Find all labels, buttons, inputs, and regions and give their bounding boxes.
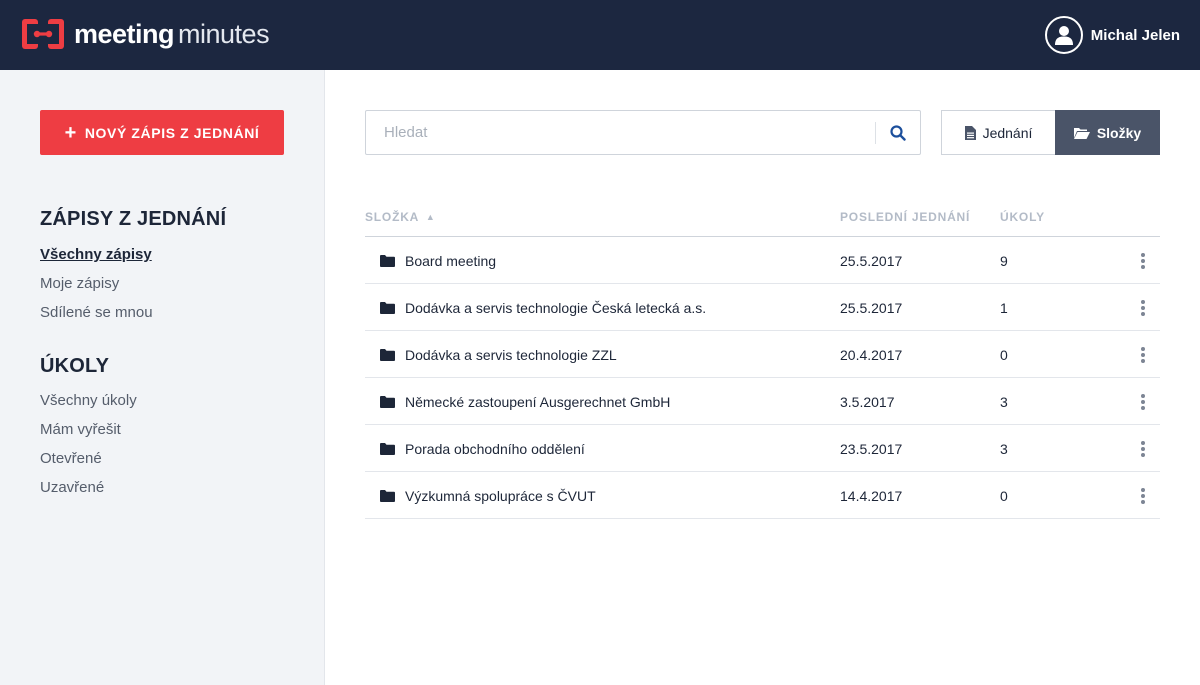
- folder-name[interactable]: Board meeting: [405, 253, 496, 269]
- folder-icon: [380, 395, 395, 408]
- new-meeting-minutes-button[interactable]: + NOVÝ ZÁPIS Z JEDNÁNÍ: [40, 110, 284, 155]
- brand[interactable]: meeting minutes: [22, 18, 270, 50]
- column-header-folder-label: SLOŽKA: [365, 210, 419, 224]
- task-count: 0: [1000, 487, 1008, 504]
- folder-icon: [380, 254, 395, 267]
- folder-name[interactable]: Německé zastoupení Ausgerechnet GmbH: [405, 394, 670, 410]
- view-toggle: Jednání Složky: [941, 110, 1160, 155]
- row-menu-button[interactable]: [1135, 378, 1151, 425]
- last-meeting-date: 14.4.2017: [840, 487, 903, 504]
- top-bar: meeting minutes Michal Jelen: [0, 0, 1200, 70]
- last-meeting-date: 25.5.2017: [840, 252, 903, 269]
- table-row[interactable]: Dodávka a servis technologie Česká letec…: [365, 284, 1160, 331]
- sidebar-item-closed[interactable]: Uzavřené: [40, 479, 104, 496]
- brand-name-bold: meeting: [74, 18, 175, 49]
- task-count: 9: [1000, 252, 1008, 269]
- folder-name[interactable]: Porada obchodního oddělení: [405, 441, 585, 457]
- table-row[interactable]: Německé zastoupení Ausgerechnet GmbH 3.5.…: [365, 378, 1160, 425]
- more-vertical-icon: [1141, 440, 1145, 458]
- table-row[interactable]: Board meeting 25.5.2017 9: [365, 237, 1160, 284]
- last-meeting-date: 20.4.2017: [840, 346, 903, 363]
- section-heading-minutes: ZÁPISY Z JEDNÁNÍ: [40, 208, 227, 230]
- sidebar-item-all-minutes[interactable]: Všechny zápisy: [40, 246, 152, 263]
- row-menu-button[interactable]: [1135, 331, 1151, 378]
- sidebar: + NOVÝ ZÁPIS Z JEDNÁNÍ ZÁPISY Z JEDNÁNÍ …: [0, 70, 325, 685]
- plus-icon: +: [64, 121, 77, 144]
- folder-cell[interactable]: Dodávka a servis technologie Česká letec…: [380, 284, 706, 331]
- task-count: 0: [1000, 346, 1008, 363]
- document-icon: [964, 125, 976, 140]
- folder-cell[interactable]: Německé zastoupení Ausgerechnet GmbH: [380, 378, 670, 425]
- folder-icon: [380, 442, 395, 455]
- user-name[interactable]: Michal Jelen: [1091, 27, 1180, 44]
- column-header-tasks[interactable]: ÚKOLY: [1000, 210, 1045, 224]
- folder-cell[interactable]: Výzkumná spolupráce s ČVUT: [380, 472, 596, 519]
- folder-icon: [380, 301, 395, 314]
- column-header-last-meeting[interactable]: POSLEDNÍ JEDNÁNÍ: [840, 210, 970, 224]
- folder-name[interactable]: Výzkumná spolupráce s ČVUT: [405, 488, 596, 504]
- user-icon: [1054, 26, 1073, 45]
- sidebar-item-all-tasks[interactable]: Všechny úkoly: [40, 392, 137, 409]
- more-vertical-icon: [1141, 299, 1145, 317]
- last-meeting-date: 25.5.2017: [840, 299, 903, 316]
- meetings-view-button[interactable]: Jednání: [941, 110, 1055, 155]
- sidebar-item-my-minutes[interactable]: Moje zápisy: [40, 275, 119, 292]
- more-vertical-icon: [1141, 393, 1145, 411]
- folder-cell[interactable]: Dodávka a servis technologie ZZL: [380, 331, 617, 378]
- search-input[interactable]: [366, 111, 874, 154]
- user-menu[interactable]: Michal Jelen: [1044, 16, 1180, 54]
- table-row[interactable]: Dodávka a servis technologie ZZL 20.4.201…: [365, 331, 1160, 378]
- avatar[interactable]: [1044, 16, 1083, 54]
- row-menu-button[interactable]: [1135, 425, 1151, 472]
- meetings-view-label: Jednání: [982, 124, 1033, 141]
- sidebar-item-open[interactable]: Otevřené: [40, 450, 102, 467]
- folder-cell[interactable]: Porada obchodního oddělení: [380, 425, 585, 472]
- row-menu-button[interactable]: [1135, 284, 1151, 331]
- column-header-folder[interactable]: SLOŽKA ▲: [365, 210, 436, 224]
- row-menu-button[interactable]: [1135, 472, 1151, 519]
- brand-name-light: minutes: [178, 18, 270, 49]
- folder-icon: [380, 489, 395, 502]
- folder-open-icon: [1073, 127, 1090, 139]
- folder-name[interactable]: Dodávka a servis technologie ZZL: [405, 347, 617, 363]
- row-menu-button[interactable]: [1135, 237, 1151, 284]
- folders-view-label: Složky: [1096, 124, 1142, 141]
- task-count: 3: [1000, 393, 1008, 410]
- search-box: [365, 110, 921, 155]
- task-count: 1: [1000, 299, 1008, 316]
- more-vertical-icon: [1141, 346, 1145, 364]
- last-meeting-date: 3.5.2017: [840, 393, 895, 410]
- sidebar-item-to-resolve[interactable]: Mám vyřešit: [40, 421, 121, 438]
- more-vertical-icon: [1141, 252, 1145, 270]
- folders-view-button[interactable]: Složky: [1055, 110, 1160, 155]
- table-row[interactable]: Výzkumná spolupráce s ČVUT 14.4.2017 0: [365, 472, 1160, 519]
- sort-asc-icon: ▲: [425, 212, 436, 222]
- last-meeting-date: 23.5.2017: [840, 440, 903, 457]
- sidebar-item-shared-with-me[interactable]: Sdílené se mnou: [40, 304, 153, 321]
- section-heading-tasks: ÚKOLY: [40, 355, 110, 377]
- folder-icon: [380, 348, 395, 361]
- more-vertical-icon: [1141, 487, 1145, 505]
- table-row[interactable]: Porada obchodního oddělení 23.5.2017 3: [365, 425, 1160, 472]
- task-count: 3: [1000, 440, 1008, 457]
- new-meeting-minutes-label: NOVÝ ZÁPIS Z JEDNÁNÍ: [84, 124, 260, 141]
- search-icon: [890, 124, 906, 141]
- folder-cell[interactable]: Board meeting: [380, 237, 496, 284]
- search-button[interactable]: [876, 111, 920, 154]
- folder-name[interactable]: Dodávka a servis technologie Česká letec…: [405, 300, 706, 316]
- meeting-minutes-logo-icon: [22, 19, 64, 49]
